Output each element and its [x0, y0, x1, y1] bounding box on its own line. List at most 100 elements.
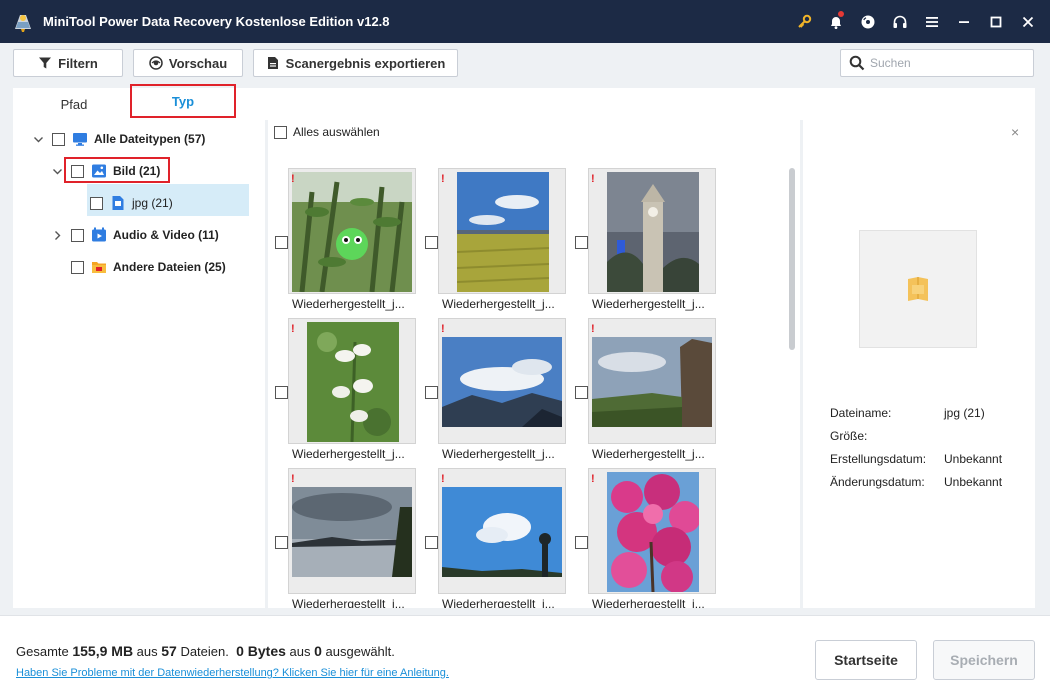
- menu-icon[interactable]: [916, 0, 948, 43]
- photo-white-flowers: [307, 322, 399, 442]
- item-checkbox[interactable]: [425, 386, 438, 399]
- thumbnail-caption: Wiederhergestellt_j...: [592, 597, 705, 608]
- thumbnail-frame[interactable]: [588, 468, 716, 594]
- chevron-down-icon[interactable]: [51, 165, 63, 177]
- disc-icon[interactable]: [852, 0, 884, 43]
- tree-node-other-files[interactable]: Andere Dateien (25): [71, 252, 226, 282]
- checkbox-audio-video[interactable]: [71, 228, 84, 242]
- item-checkbox[interactable]: [425, 536, 438, 549]
- checkbox-jpg[interactable]: [90, 196, 103, 210]
- item-checkbox[interactable]: [575, 236, 588, 249]
- thumbnail-item[interactable]: ! Wiederhergestellt_j...: [568, 468, 718, 608]
- chevron-down-icon[interactable]: [32, 133, 44, 145]
- filter-label: Filtern: [58, 55, 98, 71]
- photo-cliff: [592, 337, 712, 427]
- filter-button[interactable]: Filtern: [13, 49, 123, 77]
- thumbnail-item[interactable]: ! Wiederhergestellt_j...: [268, 318, 418, 466]
- preview-label: Vorschau: [168, 55, 228, 71]
- tree-label: jpg (21): [132, 196, 173, 210]
- title-bar: MiniTool Power Data Recovery Kostenlose …: [0, 0, 1050, 43]
- view-tabs: Pfad Typ: [13, 84, 263, 120]
- checkbox-all-types[interactable]: [52, 132, 65, 146]
- thumbnail-caption: Wiederhergestellt_j...: [442, 447, 555, 461]
- thumbnail-item[interactable]: ! Wiederhergestellt_j...: [418, 468, 568, 608]
- thumbnail-caption: Wiederhergestellt_j...: [292, 297, 405, 311]
- scan-summary: Gesamte 155,9 MB aus 57 Dateien. 0 Bytes…: [16, 643, 395, 659]
- info-row-filename: Dateiname: jpg (21): [830, 406, 985, 420]
- thumbnail-frame[interactable]: [588, 318, 716, 444]
- thumbnail-caption: Wiederhergestellt_j...: [292, 597, 405, 608]
- thumbnail-frame[interactable]: [438, 168, 566, 294]
- toolbar: Filtern Vorschau Scanergebnis exportiere…: [0, 43, 1050, 85]
- photo-plants: [292, 172, 412, 292]
- info-key: Erstellungsdatum:: [830, 452, 927, 466]
- footer: Gesamte 155,9 MB aus 57 Dateien. 0 Bytes…: [0, 615, 1050, 700]
- warning-flag: !: [591, 473, 595, 485]
- warning-flag: !: [441, 323, 445, 335]
- item-checkbox[interactable]: [275, 236, 288, 249]
- summary-text: aus: [133, 644, 162, 659]
- item-checkbox[interactable]: [575, 536, 588, 549]
- tab-type[interactable]: Typ: [130, 84, 236, 118]
- selected-count: 0: [314, 643, 322, 659]
- info-key: Größe:: [830, 429, 868, 443]
- thumbnail-frame[interactable]: [288, 168, 416, 294]
- save-button[interactable]: Speichern: [933, 640, 1035, 680]
- thumbnail-frame[interactable]: [438, 318, 566, 444]
- checkbox-image[interactable]: [71, 164, 84, 178]
- headset-icon[interactable]: [884, 0, 916, 43]
- notification-dot: [838, 11, 844, 17]
- maximize-icon[interactable]: [980, 0, 1012, 43]
- tree-label: Alle Dateitypen (57): [94, 132, 206, 146]
- item-checkbox[interactable]: [275, 536, 288, 549]
- home-button[interactable]: Startseite: [815, 640, 917, 680]
- chevron-right-icon[interactable]: [51, 229, 63, 241]
- tree-node-audio-video[interactable]: Audio & Video (11): [51, 220, 219, 250]
- key-icon[interactable]: [788, 0, 820, 43]
- warning-flag: !: [441, 473, 445, 485]
- thumbnail-caption: Wiederhergestellt_j...: [442, 297, 555, 311]
- item-checkbox[interactable]: [425, 236, 438, 249]
- export-button[interactable]: Scanergebnis exportieren: [253, 49, 458, 77]
- thumbnail-item[interactable]: ! Wiederhergestellt_j...: [418, 168, 568, 316]
- item-checkbox[interactable]: [275, 386, 288, 399]
- thumbnail-frame[interactable]: [438, 468, 566, 594]
- tree-node-image[interactable]: Bild (21): [51, 156, 160, 186]
- thumbnail-grid: ! Wiederhergestellt_j... ! Wiederhergest…: [268, 168, 798, 608]
- warning-flag: !: [291, 173, 295, 185]
- image-icon: [92, 164, 106, 178]
- close-icon[interactable]: [1012, 0, 1044, 43]
- total-files: 57: [161, 643, 177, 659]
- info-key: Änderungsdatum:: [830, 475, 925, 489]
- summary-text: Gesamte: [16, 644, 73, 659]
- minimize-icon[interactable]: [948, 0, 980, 43]
- checkbox-other-files[interactable]: [71, 260, 84, 274]
- grid-scrollbar[interactable]: [789, 168, 795, 350]
- search-box[interactable]: [840, 49, 1034, 77]
- thumbnail-item[interactable]: ! Wiederhergestellt_j...: [568, 318, 718, 466]
- tree-node-jpg[interactable]: jpg (21): [90, 188, 173, 218]
- thumbnail-item[interactable]: ! Wiederhergestellt_j...: [418, 318, 568, 466]
- main-panel: Pfad Typ Alle Dateitypen (57) Bild (21) …: [13, 84, 1035, 608]
- info-value: Unbekannt: [944, 452, 1003, 466]
- checkbox-select-all[interactable]: [274, 125, 287, 139]
- item-checkbox[interactable]: [575, 386, 588, 399]
- thumbnail-item[interactable]: ! Wiederhergestellt_j...: [268, 168, 418, 316]
- thumbnail-item[interactable]: ! Wiederhergestellt_j...: [568, 168, 718, 316]
- help-link[interactable]: Haben Sie Probleme mit der Datenwiederhe…: [16, 667, 449, 679]
- thumbnail-frame[interactable]: [588, 168, 716, 294]
- thumbnail-item[interactable]: ! Wiederhergestellt_j...: [268, 468, 418, 608]
- preview-close-icon[interactable]: ×: [1011, 124, 1019, 140]
- select-all[interactable]: Alles auswählen: [274, 124, 380, 140]
- warning-flag: !: [591, 323, 595, 335]
- tab-path[interactable]: Pfad: [39, 88, 109, 120]
- preview-button[interactable]: Vorschau: [133, 49, 243, 77]
- thumbnail-frame[interactable]: [288, 468, 416, 594]
- bell-icon[interactable]: [820, 0, 852, 43]
- tree-node-all-types[interactable]: Alle Dateitypen (57): [32, 124, 205, 154]
- summary-text: aus: [285, 644, 315, 659]
- search-input[interactable]: [870, 56, 1020, 70]
- media-icon: [92, 227, 106, 242]
- export-label: Scanergebnis exportieren: [285, 55, 446, 71]
- thumbnail-frame[interactable]: [288, 318, 416, 444]
